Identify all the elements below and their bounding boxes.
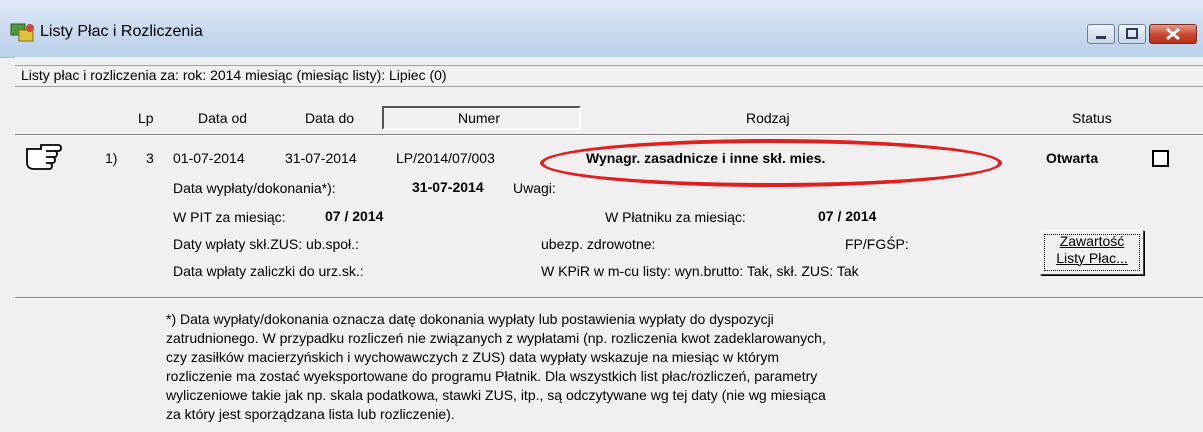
footnote-line: za który jest sporządzana lista lub rozl… <box>166 406 455 422</box>
fp-label: FP/FGŚP: <box>845 236 909 252</box>
info-bar: Listy płac i rozliczenia za: rok: 2014 m… <box>15 65 1203 87</box>
col-lp: Lp <box>138 110 154 126</box>
row-index: 1) <box>105 150 118 166</box>
footnote-line: czy zasiłków macierzyńskich i wychowawcz… <box>166 349 780 365</box>
info-text: Listy płac i rozliczenia za: rok: 2014 m… <box>21 67 447 83</box>
row-date-to: 31-07-2014 <box>285 150 357 166</box>
app-window: Listy Płac i Rozliczenia Listy płac i ro… <box>0 0 1203 432</box>
zus-dates-label: Daty wpłaty skł.ZUS: ub.społ.: <box>173 236 359 252</box>
row-status: Otwarta <box>1046 150 1099 166</box>
list-contents-button[interactable]: Zawartość Listy Płac... <box>1040 230 1144 275</box>
col-status: Status <box>1072 110 1112 126</box>
payment-date-value: 31-07-2014 <box>412 179 484 195</box>
footnote-line: *) Data wypłaty/dokonania oznacza datę d… <box>166 311 774 327</box>
app-icon <box>10 23 34 42</box>
payment-date-label: Data wypłaty/dokonania*): <box>173 180 336 196</box>
maximize-icon <box>1126 28 1138 39</box>
header-separator <box>15 134 1203 136</box>
footnote-line: wyliczeniowe takie jak np. skala podatko… <box>166 387 826 403</box>
notes-label: Uwagi: <box>513 180 556 196</box>
platnik-label: W Płatniku za miesiąc: <box>605 209 746 225</box>
minimize-button[interactable] <box>1087 24 1115 44</box>
pit-label: W PIT za miesiąc: <box>173 209 286 225</box>
close-icon <box>1166 27 1180 41</box>
col-type: Rodzaj <box>746 110 790 126</box>
row-lp: 3 <box>146 150 154 166</box>
col-date-from: Data od <box>198 110 248 126</box>
maximize-button[interactable] <box>1118 24 1146 44</box>
footnote-line: rozliczenie ma zostać wyeksportowane do … <box>166 368 818 384</box>
window-title: Listy Płac i Rozliczenia <box>40 23 203 40</box>
pit-value: 07 / 2014 <box>325 208 384 224</box>
close-button[interactable] <box>1149 24 1197 44</box>
col-number: Numer <box>458 110 501 126</box>
row-checkbox[interactable] <box>1152 150 1169 167</box>
row-number: LP/2014/07/003 <box>396 150 495 166</box>
col-date-to: Data do <box>305 110 355 126</box>
highlight-ellipse <box>540 139 1002 187</box>
footnote: *) Data wypłaty/dokonania oznacza datę d… <box>166 310 966 424</box>
button-focus-rect <box>1044 234 1140 271</box>
kpir-text: W KPiR w m-cu listy: wyn.brutto: Tak, sk… <box>541 263 859 279</box>
minimize-icon <box>1096 36 1106 39</box>
footer-separator <box>15 297 1203 299</box>
title-bar[interactable]: Listy Płac i Rozliczenia <box>0 0 1203 58</box>
footnote-line: zatrudnionego. W przypadku rozliczeń nie… <box>166 330 826 346</box>
pointing-hand-icon <box>26 144 62 170</box>
health-label: ubezp. zdrowotne: <box>541 236 656 252</box>
row-date-from: 01-07-2014 <box>173 150 245 166</box>
platnik-value: 07 / 2014 <box>818 208 877 224</box>
tax-advance-label: Data wpłaty zaliczki do urz.sk.: <box>173 263 364 279</box>
